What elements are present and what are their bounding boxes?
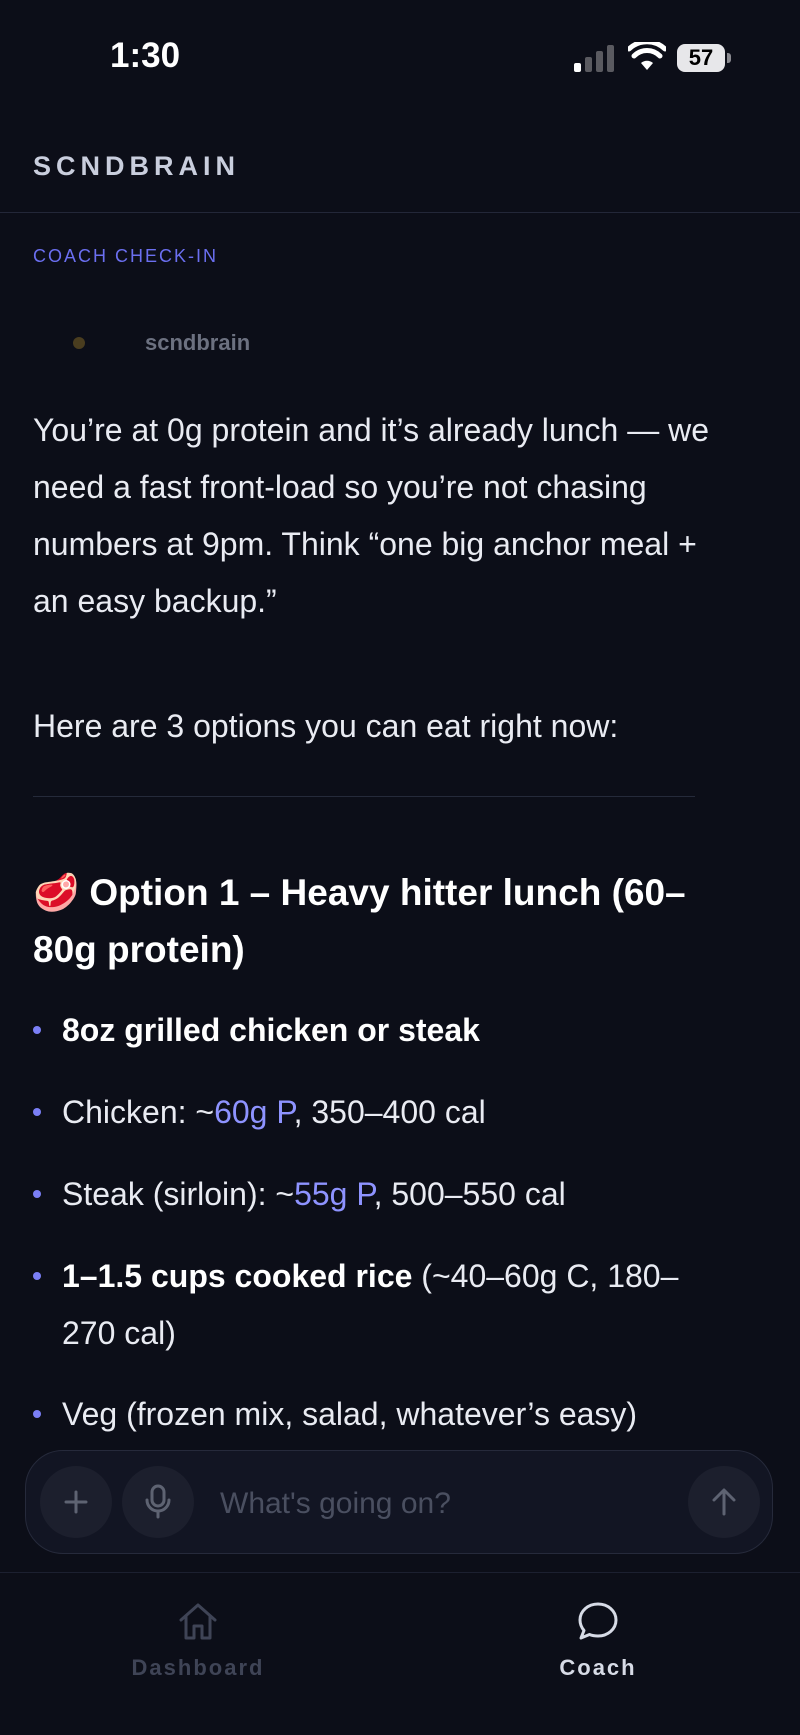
microphone-icon: [145, 1484, 171, 1519]
home-icon: [179, 1603, 217, 1640]
wifi-icon: [628, 42, 666, 70]
add-attachment-button[interactable]: [40, 1466, 112, 1538]
message-paragraph: You’re at 0g protein and it’s already lu…: [33, 412, 709, 619]
list-item: 1–1.5 cups cooked rice (~40–60g C, 180–2…: [33, 1248, 722, 1362]
voice-input-button[interactable]: [122, 1466, 194, 1538]
status-bar: 1:30 57: [0, 0, 800, 120]
sender-avatar: [73, 337, 85, 349]
list-item: 8oz grilled chicken or steak: [33, 1002, 480, 1059]
bullet-text: , 500–550 cal: [373, 1176, 566, 1212]
message-paragraph: Here are 3 options you can eat right now…: [33, 708, 619, 744]
plus-icon: [64, 1490, 88, 1514]
divider: [33, 796, 695, 797]
coach-checkin-label: COACH CHECK-IN: [33, 246, 219, 266]
app-header: SCNDBRAIN: [0, 120, 800, 213]
tab-bar: Dashboard Coach: [0, 1572, 800, 1735]
battery-level: 57: [677, 44, 725, 72]
protein-highlight: 55g P: [294, 1176, 374, 1212]
status-time: 1:30: [110, 36, 181, 75]
tab-label: Dashboard: [131, 1655, 265, 1680]
bullet-bold-text: 8oz grilled chicken or steak: [62, 1012, 480, 1048]
steak-emoji-icon: 🥩: [33, 872, 80, 913]
chat-bubble-icon: [578, 1602, 618, 1640]
protein-highlight: 60g P: [214, 1094, 294, 1130]
send-button[interactable]: [688, 1466, 760, 1538]
list-item: Veg (frozen mix, salad, whatever’s easy): [33, 1386, 637, 1443]
bullet-text: Veg (frozen mix, salad, whatever’s easy): [62, 1396, 638, 1432]
cellular-signal-icon: [574, 45, 614, 72]
option-title: Option 1 – Heavy hitter lunch (60–80g pr…: [33, 872, 686, 970]
list-item: Steak (sirloin): ~55g P, 500–550 cal: [33, 1166, 566, 1223]
message-composer: [25, 1450, 773, 1554]
tab-label: Coach: [559, 1655, 637, 1680]
sender-name: scndbrain: [145, 330, 251, 355]
bullet-text: Steak (sirloin): ~: [62, 1176, 295, 1212]
list-item: Chicken: ~60g P, 350–400 cal: [33, 1084, 486, 1141]
bullet-bold-text: 1–1.5 cups cooked rice: [62, 1258, 413, 1294]
arrow-up-icon: [712, 1488, 736, 1516]
message-input[interactable]: [218, 1481, 662, 1527]
app-title: SCNDBRAIN: [33, 151, 240, 181]
bullet-text: , 350–400 cal: [293, 1094, 486, 1130]
tab-coach[interactable]: Coach: [498, 1599, 698, 1681]
battery-icon: 57: [677, 44, 731, 72]
tab-dashboard[interactable]: Dashboard: [98, 1599, 298, 1681]
option-heading: 🥩 Option 1 – Heavy hitter lunch (60–80g …: [33, 864, 713, 978]
bullet-text: Chicken: ~: [62, 1094, 215, 1130]
